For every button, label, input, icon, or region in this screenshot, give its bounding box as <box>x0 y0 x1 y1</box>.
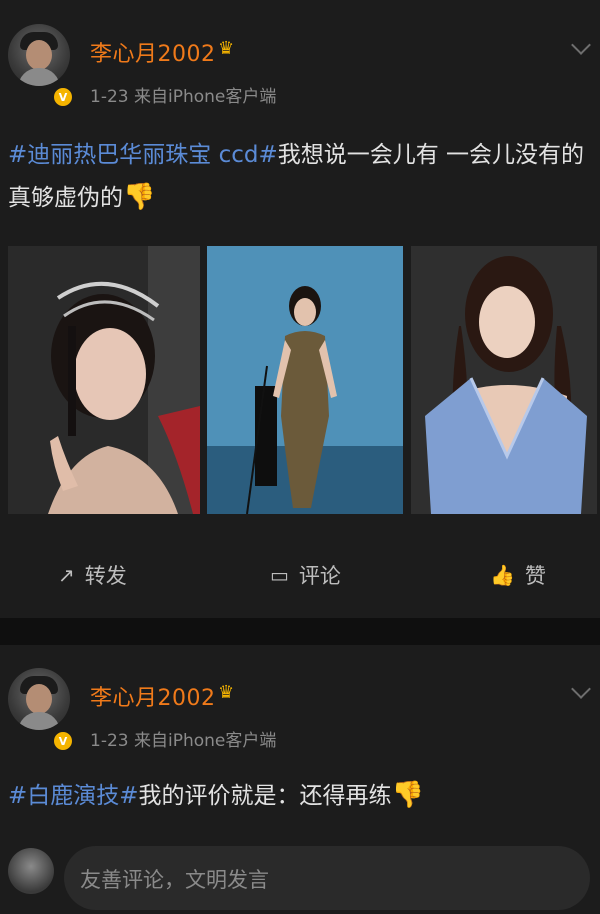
thumbs-down-icon: 👎 <box>123 182 156 212</box>
username[interactable]: 李心月2002 <box>90 36 216 68</box>
comment-placeholder[interactable]: 友善评论，文明发言 <box>80 864 269 894</box>
chevron-down-icon[interactable] <box>571 35 591 55</box>
thumbs-down-icon: 👎 <box>391 780 424 810</box>
gown-image <box>411 246 597 514</box>
post-body-line2: 真够虚伪的 <box>8 185 123 211</box>
post-body: 我的评价就是：还得再练 <box>138 783 392 809</box>
user-avatar[interactable] <box>8 24 70 86</box>
like-label: 赞 <box>524 564 546 588</box>
commenter-avatar <box>8 848 54 894</box>
comment-label: 评论 <box>298 564 341 588</box>
post-image-2[interactable] <box>207 246 403 514</box>
source-prefix: 来自 <box>134 87 168 107</box>
username[interactable]: 李心月2002 <box>90 680 216 712</box>
post-image-3[interactable] <box>411 246 597 514</box>
crown-icon: ♛ <box>218 38 235 59</box>
user-avatar[interactable] <box>8 668 70 730</box>
post-meta: 1-23 来自iPhone客户端 <box>90 726 276 751</box>
v-badge-icon: V <box>52 730 74 752</box>
source-prefix: 来自 <box>134 731 168 751</box>
portrait-image <box>8 246 200 514</box>
post-source: iPhone客户端 <box>168 87 277 107</box>
post-text: #迪丽热巴华丽珠宝 ccd#我想说一会儿有 一会儿没有的 真够虚伪的👎 <box>8 134 588 219</box>
like-button[interactable]: 👍 赞 <box>490 560 546 590</box>
post-text: #白鹿演技#我的评价就是：还得再练👎 <box>8 774 588 817</box>
comment-button[interactable]: ▭ 评论 <box>270 560 341 590</box>
stage-image <box>207 246 403 514</box>
crown-icon: ♛ <box>218 682 235 703</box>
post-date: 1-23 <box>90 731 129 751</box>
repost-label: 转发 <box>84 564 127 588</box>
share-icon: ↗ <box>58 563 75 587</box>
post-body-line1: 我想说一会儿有 一会儿没有的 <box>277 142 585 168</box>
repost-button[interactable]: ↗ 转发 <box>58 560 127 590</box>
post-divider <box>0 618 600 645</box>
comment-icon: ▭ <box>270 563 289 587</box>
post-meta: 1-23 来自iPhone客户端 <box>90 82 276 107</box>
post-image-1[interactable] <box>8 246 200 514</box>
v-badge-icon: V <box>52 86 74 108</box>
hashtag-link[interactable]: #迪丽热巴华丽珠宝 ccd# <box>8 142 278 168</box>
post-date: 1-23 <box>90 87 129 107</box>
post-source: iPhone客户端 <box>168 731 277 751</box>
hashtag-link[interactable]: #白鹿演技# <box>8 783 139 809</box>
post-card: V 李心月2002 ♛ 1-23 来自iPhone客户端 #迪丽热巴华丽珠宝 c… <box>0 0 600 618</box>
thumbs-up-icon: 👍 <box>490 563 515 587</box>
